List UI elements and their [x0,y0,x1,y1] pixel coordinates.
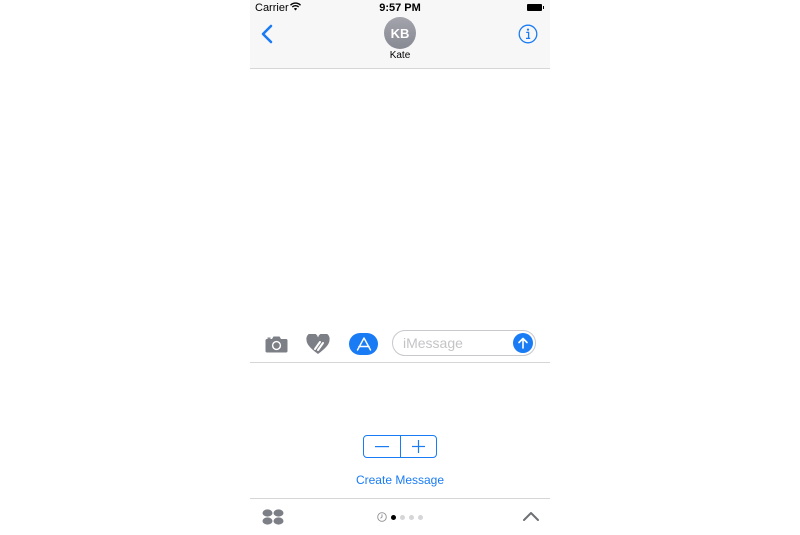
minus-icon [374,445,389,447]
camera-button[interactable] [264,332,288,356]
contact-name[interactable]: Kate [250,50,550,61]
imessage-input[interactable] [403,334,508,352]
app-drawer-bar [250,498,550,535]
count-stepper [363,435,437,458]
chevron-up-icon[interactable] [522,510,540,522]
navigation-bar: Carrier 9:57 PM KB Kate [250,0,550,69]
page-dot-2[interactable] [400,514,405,520]
app-store-icon [356,337,371,351]
decrement-button[interactable] [364,436,401,457]
avatar-initials: KB [390,25,410,41]
imessage-field[interactable] [392,330,536,356]
app-store-button[interactable] [349,333,378,355]
page-dot-3[interactable] [409,514,414,520]
create-message-button[interactable]: Create Message [250,473,550,487]
increment-button[interactable] [401,436,437,457]
status-bar: Carrier 9:57 PM [250,0,550,16]
send-button[interactable] [513,333,533,353]
clock-icon[interactable] [377,512,387,522]
digital-touch-button[interactable] [306,332,330,356]
messages-screen: Carrier 9:57 PM KB Kate iMessage Create … [250,0,550,535]
message-composer [250,326,550,363]
contact-avatar[interactable]: KB [384,17,416,49]
app-grid-icon[interactable] [262,509,284,525]
battery-icon [527,4,544,11]
page-indicator [377,512,423,522]
page-dot-4[interactable] [418,514,423,520]
camera-icon [265,336,287,353]
clock-time: 9:57 PM [379,2,421,14]
heart-touch-icon [306,333,330,354]
plus-icon [411,440,425,453]
chevron-left-icon[interactable] [258,22,278,46]
page-dot-1[interactable] [391,514,396,520]
info-icon[interactable] [518,24,538,44]
arrow-up-icon [518,337,528,349]
